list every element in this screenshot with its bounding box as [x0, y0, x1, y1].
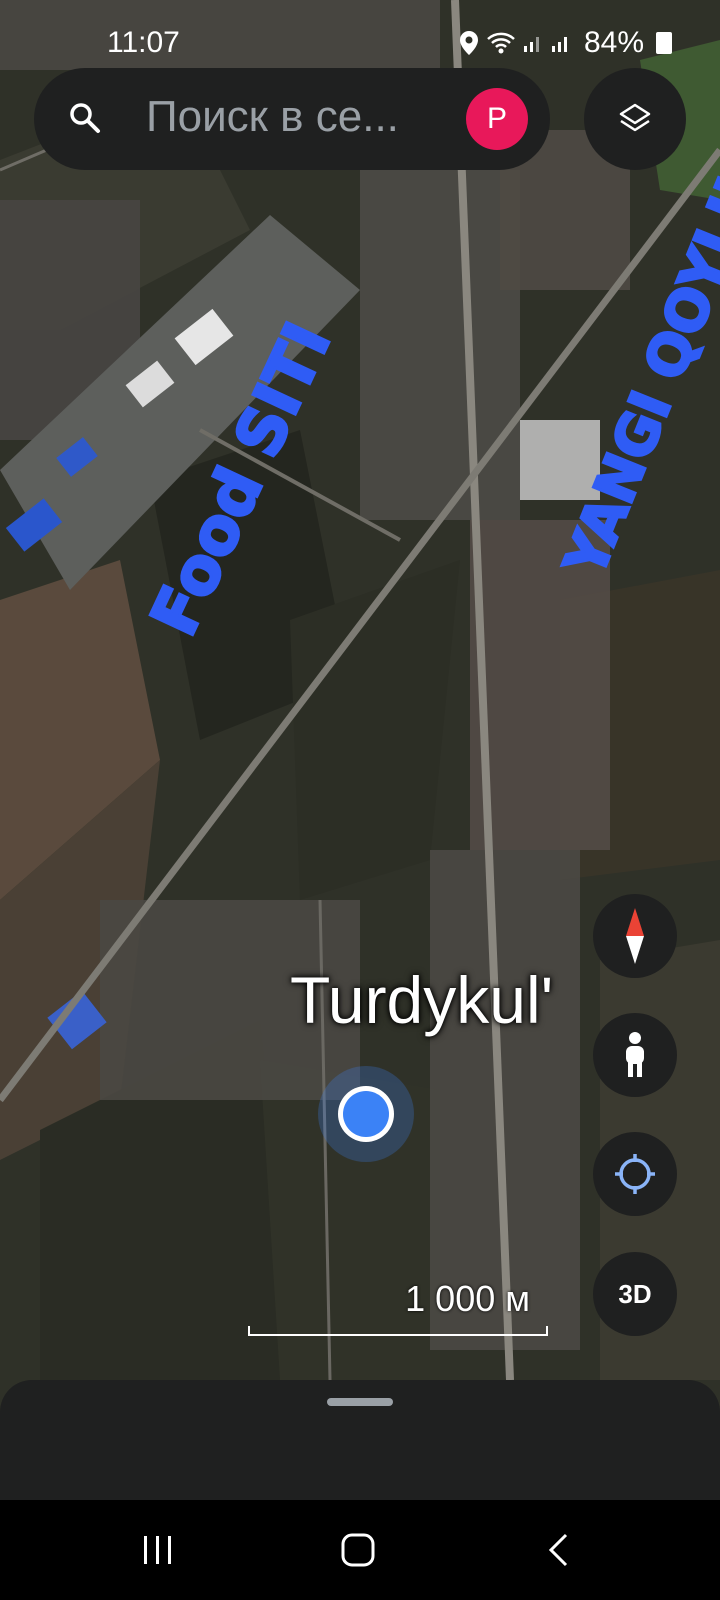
- layers-icon: [619, 103, 651, 132]
- recents-button[interactable]: [128, 1528, 188, 1572]
- search-icon: [70, 103, 100, 133]
- system-nav-bar: [0, 1500, 720, 1600]
- sheet-drag-handle[interactable]: [327, 1398, 393, 1406]
- street-view-button[interactable]: [593, 1013, 677, 1097]
- my-location-button[interactable]: [593, 1132, 677, 1216]
- bottom-sheet[interactable]: [0, 1380, 720, 1500]
- 3d-button[interactable]: 3D: [593, 1252, 677, 1336]
- scale-label: 1 000 м: [405, 1278, 530, 1319]
- crosshair-icon: [615, 1154, 655, 1194]
- layers-button[interactable]: [584, 68, 686, 170]
- account-avatar[interactable]: P: [466, 88, 528, 150]
- status-icons: 84%: [458, 26, 672, 60]
- recents-icon: [144, 1536, 171, 1564]
- battery-percent: 84%: [583, 26, 644, 59]
- my-location-dot: [318, 1066, 414, 1162]
- back-icon: [548, 1533, 568, 1567]
- scale-bar: 1 000 м: [248, 1278, 548, 1338]
- place-label: Turdykul': [290, 963, 554, 1037]
- search-bar[interactable]: Поиск в се... P: [34, 68, 550, 170]
- status-time: 11:07: [107, 26, 180, 59]
- home-button[interactable]: [328, 1528, 388, 1572]
- scale-line: [248, 1326, 548, 1336]
- location-status-icon: [459, 31, 478, 55]
- satellite-map[interactable]: Food SITI YANGI QOYLIK: [0, 0, 720, 1600]
- search-placeholder[interactable]: Поиск в се...: [146, 92, 399, 142]
- home-icon: [341, 1533, 375, 1567]
- compass-icon: [626, 908, 644, 964]
- signal-icon-1: [523, 37, 539, 52]
- wifi-icon: [487, 32, 515, 54]
- battery-icon: [656, 32, 672, 54]
- signal-icon-2: [551, 37, 567, 52]
- pegman-icon: [626, 1032, 644, 1077]
- back-button[interactable]: [528, 1528, 588, 1572]
- compass-button[interactable]: [593, 894, 677, 978]
